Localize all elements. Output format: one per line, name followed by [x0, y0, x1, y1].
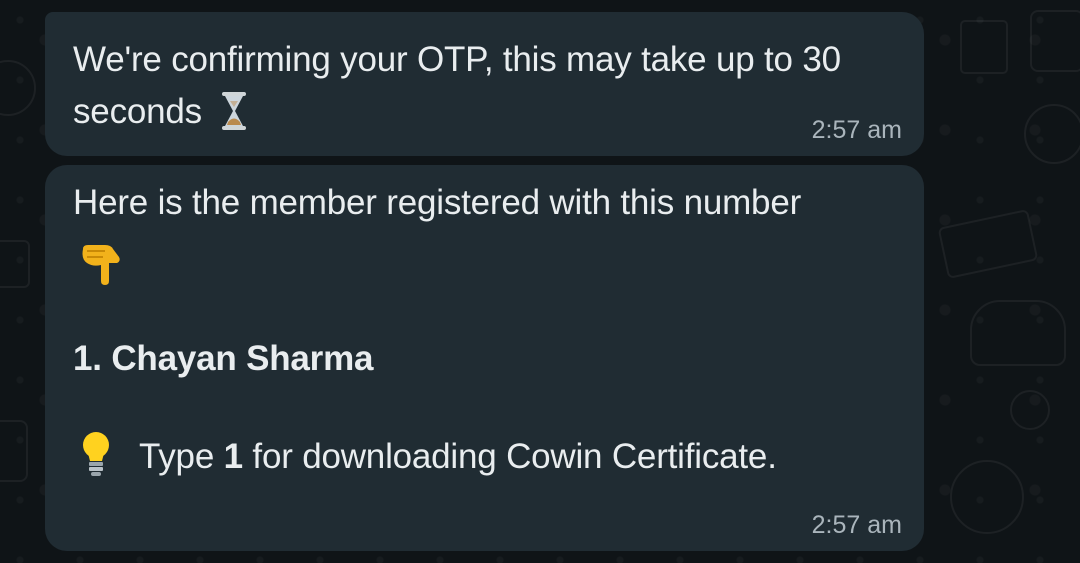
- wallpaper-doodle: [960, 20, 1008, 74]
- wallpaper-doodle: [0, 60, 36, 116]
- wallpaper-doodle: [950, 460, 1024, 534]
- wallpaper-doodle: [0, 240, 30, 288]
- wallpaper-doodle: [970, 300, 1066, 366]
- wallpaper-doodle: [937, 209, 1039, 279]
- wallpaper-doodle: [0, 420, 28, 482]
- instruction-text: Type 1 for downloading Cowin Certificate…: [139, 431, 896, 483]
- member-name: 1. Chayan Sharma: [73, 339, 374, 378]
- incoming-message-bubble[interactable]: Here is the member registered with this …: [45, 165, 924, 551]
- hourglass-icon: [220, 91, 248, 131]
- wallpaper-doodle: [1030, 10, 1080, 72]
- message-timestamp: 2:57 am: [811, 116, 902, 144]
- wallpaper-doodle: [1010, 390, 1050, 430]
- message-timestamp: 2:57 am: [811, 511, 902, 539]
- message-text: We're confirming your OTP, this may take…: [73, 34, 896, 138]
- instruction-suffix: for downloading Cowin Certificate.: [252, 437, 777, 476]
- light-bulb-icon: [81, 431, 111, 479]
- backhand-index-pointing-down-icon: [79, 243, 125, 285]
- instruction-number: 1: [223, 437, 243, 476]
- incoming-message-bubble[interactable]: We're confirming your OTP, this may take…: [45, 12, 924, 156]
- message-intro-text: Here is the member registered with this …: [73, 183, 802, 222]
- wallpaper-doodle: [1024, 104, 1080, 164]
- message-text-content: We're confirming your OTP, this may take…: [73, 40, 841, 131]
- instruction-prefix: Type: [139, 437, 215, 476]
